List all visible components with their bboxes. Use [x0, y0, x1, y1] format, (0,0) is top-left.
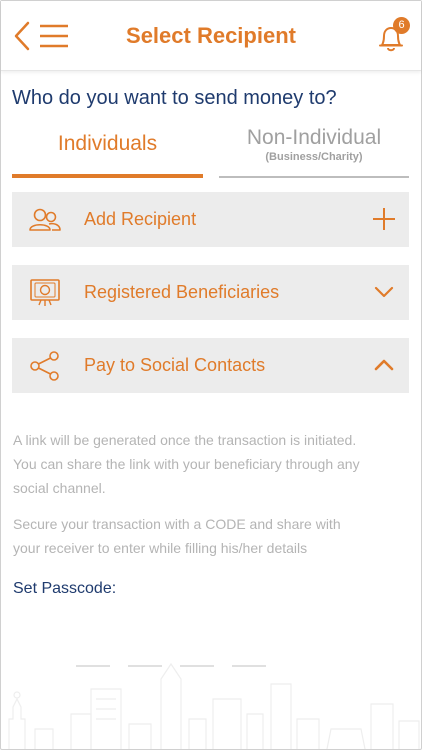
chevron-up-icon[interactable] [371, 352, 397, 378]
city-skyline-illustration [8, 662, 420, 749]
registered-beneficiaries-label: Registered Beneficiaries [84, 282, 280, 302]
tab-individuals-label: Individuals [57, 132, 158, 155]
info-line: You can share the link with your benefic… [13, 456, 360, 472]
notification-count-badge: 6 [393, 17, 410, 34]
registered-beneficiaries-row[interactable]: Registered Beneficiaries [12, 265, 409, 320]
info-line: social channel. [13, 480, 106, 496]
share-link-info: A link will be generated once the transa… [13, 428, 413, 500]
share-icon [30, 351, 59, 381]
add-recipient-label: Add Recipient [84, 209, 197, 229]
info-line: your receiver to enter while filling his… [13, 540, 308, 556]
tab-non-individual[interactable]: Non-Individual (Business/Charity) [219, 120, 409, 178]
notifications-button[interactable]: 6 [377, 17, 410, 53]
tab-individuals[interactable]: Individuals [12, 120, 203, 178]
page-title: Select Recipient [126, 23, 296, 48]
secure-code-info: Secure your transaction with a CODE and … [13, 512, 413, 560]
active-tab-indicator [12, 174, 203, 178]
users-icon [29, 208, 61, 231]
header-bar: Select Recipient 6 [1, 1, 421, 71]
tab-non-individual-sublabel: (Business/Charity) [265, 151, 363, 163]
pay-social-contacts-row[interactable]: Pay to Social Contacts [12, 338, 409, 393]
pay-social-contacts-label: Pay to Social Contacts [84, 355, 266, 375]
info-line: A link will be generated once the transa… [13, 432, 357, 448]
info-line: Secure your transaction with a CODE and … [13, 516, 341, 532]
recipient-question: Who do you want to send money to? [12, 87, 337, 109]
inactive-tab-indicator [219, 176, 409, 178]
beneficiary-icon [30, 279, 60, 306]
add-recipient-row[interactable]: Add Recipient [12, 192, 409, 247]
chevron-down-icon[interactable] [371, 279, 397, 305]
tab-non-individual-label: Non-Individual [246, 126, 382, 149]
passcode-label: Set Passcode: [13, 580, 117, 597]
plus-icon[interactable] [371, 206, 397, 232]
